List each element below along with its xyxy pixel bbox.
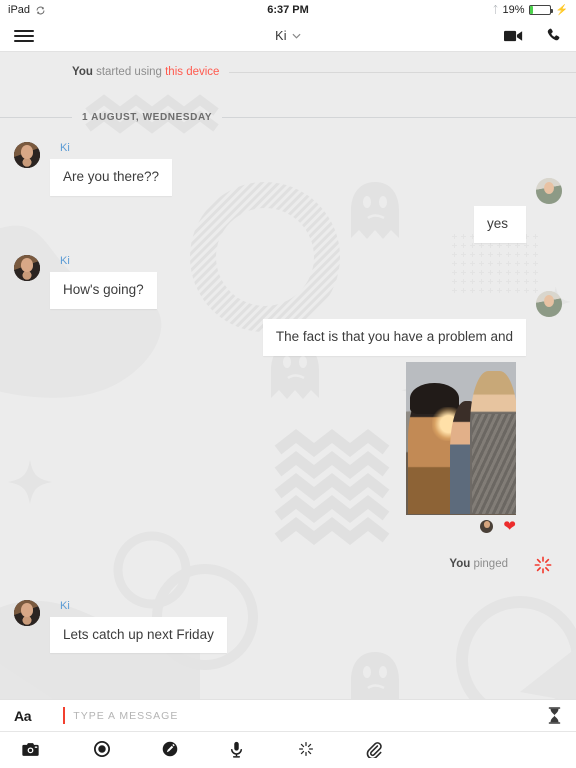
message-row[interactable]: Ki Lets catch up next Friday <box>0 599 576 654</box>
status-bar: iPad 6:37 PM ᛏ 19% ⚡ <box>0 0 576 20</box>
message-input-bar: Aa TYPE A MESSAGE <box>0 699 576 732</box>
chevron-down-icon[interactable] <box>292 33 301 39</box>
message-row[interactable]: yes <box>0 177 576 243</box>
this-device-link[interactable]: this device <box>165 66 219 78</box>
video-camera-icon[interactable] <box>504 29 523 43</box>
mini-avatar <box>480 519 494 533</box>
battery-icon <box>528 5 553 15</box>
message-row[interactable]: Ki How's going? <box>0 254 576 309</box>
attachment-icon[interactable] <box>366 741 434 758</box>
status-bar-right: ᛏ 19% ⚡ <box>493 4 568 16</box>
divider-line-left <box>0 116 72 118</box>
date-divider: 1 AUGUST, WEDNESDAY <box>0 106 576 128</box>
message-input[interactable]: TYPE A MESSAGE <box>73 710 547 722</box>
heart-icon[interactable]: ❤ <box>503 519 516 534</box>
draw-icon[interactable] <box>162 741 230 757</box>
message-bubble[interactable]: How's going? <box>50 271 157 309</box>
bluetooth-icon: ᛏ <box>492 4 499 16</box>
rotation-lock-icon <box>35 5 46 16</box>
system-message-text: started using <box>92 66 166 78</box>
photo-attachment[interactable] <box>406 361 516 515</box>
ping-burst-icon[interactable] <box>534 556 552 573</box>
chat-scroll-area[interactable]: You started using this device 1 AUGUST, … <box>0 52 576 699</box>
system-message-device: You started using this device <box>0 60 576 84</box>
photo-message-row[interactable]: ❤ <box>0 356 576 534</box>
ping-bold: You <box>449 557 471 570</box>
microphone-icon[interactable] <box>230 741 298 758</box>
record-icon[interactable] <box>94 741 162 757</box>
message-sender: Ki <box>60 254 70 267</box>
message-bubble[interactable]: The fact is that you have a problem and <box>262 318 526 356</box>
chat-header: Ki <box>0 20 576 52</box>
avatar[interactable] <box>536 290 562 317</box>
chat-title-group: Ki <box>0 29 576 43</box>
avatar[interactable] <box>14 142 40 168</box>
divider-line-right <box>222 116 576 118</box>
battery-percent: 19% <box>502 4 525 16</box>
header-actions <box>504 27 562 44</box>
divider-line <box>229 71 576 73</box>
ping-icon[interactable] <box>298 741 366 757</box>
avatar[interactable] <box>14 599 40 626</box>
date-label: 1 AUGUST, WEDNESDAY <box>82 111 213 123</box>
message-sender: Ki <box>60 142 70 154</box>
avatar[interactable] <box>536 177 562 204</box>
device-label: iPad <box>8 4 31 16</box>
system-message-bold: You <box>72 66 93 78</box>
page-title[interactable]: Ki <box>275 29 287 43</box>
charging-bolt-icon: ⚡ <box>555 4 568 16</box>
avatar[interactable] <box>14 254 40 281</box>
message-sender: Ki <box>60 599 70 612</box>
attachment-toolbar <box>0 732 576 766</box>
status-bar-left: iPad <box>8 4 46 16</box>
text-format-button[interactable]: Aa <box>14 708 32 724</box>
message-bubble[interactable]: Lets catch up next Friday <box>50 616 227 654</box>
message-bubble[interactable]: Are you there?? <box>50 159 173 196</box>
text-cursor <box>63 707 66 724</box>
ping-status-row: You pinged <box>0 556 576 573</box>
hamburger-menu-icon[interactable] <box>14 27 34 45</box>
photo-reaction-row: ❤ <box>406 519 516 534</box>
phone-icon[interactable] <box>545 27 562 44</box>
message-row[interactable]: The fact is that you have a problem and <box>0 290 576 356</box>
ping-text: pinged <box>470 557 508 570</box>
message-bubble[interactable]: yes <box>474 205 526 243</box>
camera-icon[interactable] <box>22 742 94 757</box>
message-row[interactable]: Ki Are you there?? <box>0 142 576 196</box>
messages-list: You started using this device 1 AUGUST, … <box>0 60 576 654</box>
hourglass-icon[interactable] <box>547 707 562 724</box>
status-bar-time: 6:37 PM <box>267 4 309 16</box>
